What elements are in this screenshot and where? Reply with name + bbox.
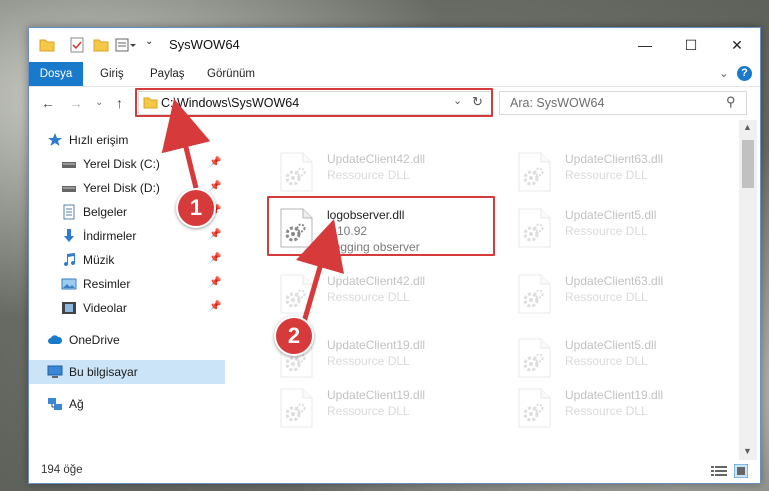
step-2-badge: 2 (274, 316, 314, 356)
arrow-to-address (161, 98, 211, 189)
annotation-overlay (161, 98, 345, 323)
arrow-to-file (296, 218, 345, 323)
step-1-badge: 1 (176, 188, 216, 228)
